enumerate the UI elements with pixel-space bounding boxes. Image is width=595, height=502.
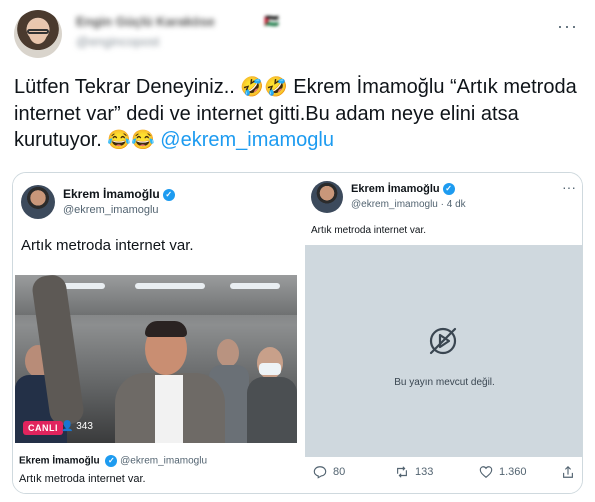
tweet-actions: 80 133 1.360 — [303, 465, 582, 489]
embedded-tweet-text: Artık metroda internet var. — [21, 237, 194, 254]
main-person-shirt — [155, 375, 183, 443]
video-caption-bar: Ekrem İmamoğlu ✓ @ekrem_imamoglu Artık m… — [15, 445, 297, 493]
retweet-button[interactable]: 133 — [395, 465, 433, 479]
like-button[interactable]: 1.360 — [479, 465, 527, 479]
mention-link[interactable]: @ekrem_imamoglu — [160, 129, 334, 151]
more-options-icon[interactable]: ··· — [557, 16, 578, 37]
reply-icon — [313, 466, 327, 479]
passenger-right — [247, 347, 297, 443]
author-avatar[interactable] — [14, 10, 62, 58]
tweet-text: Lütfen Tekrar Deneyiniz.. 🤣🤣 Ekrem İmamo… — [14, 74, 586, 154]
embedded-author-name-text: Ekrem İmamoğlu — [351, 183, 440, 195]
viewer-count: 👤 343 — [61, 421, 93, 432]
caption-author: Ekrem İmamoğlu ✓ @ekrem_imamoglu — [19, 455, 207, 467]
main-person-hair — [145, 321, 187, 337]
main-person — [115, 321, 225, 443]
ceiling-light — [135, 283, 205, 289]
heart-icon — [479, 466, 493, 478]
embedded-author-name: Ekrem İmamoğlu ✓ — [63, 187, 175, 201]
caption-author-name: Ekrem İmamoğlu — [19, 455, 100, 467]
live-badge: CANLI — [23, 421, 63, 435]
broadcast-unavailable-icon — [429, 327, 457, 355]
share-button[interactable] — [561, 465, 575, 479]
joy-emoji: 😂😂 — [107, 130, 155, 151]
retweet-count: 133 — [415, 466, 434, 478]
face-mask — [259, 363, 281, 375]
caption-text: Artık metroda internet var. — [19, 473, 146, 485]
embedded-author-handle-time: @ekrem_imamoglu · 4 dk — [351, 199, 466, 210]
author-name[interactable]: Engin Güçlü Karaköse — [76, 14, 215, 29]
caption-author-handle: @ekrem_imamoglu — [120, 455, 208, 467]
tweet-media[interactable]: Ekrem İmamoğlu ✓ @ekrem_imamoglu Artık me… — [12, 172, 583, 494]
live-video-frame: CANLI 👤 343 — [15, 275, 297, 443]
embedded-avatar — [21, 185, 55, 219]
reply-button[interactable]: 80 — [313, 465, 345, 479]
tweet-header: Engin Güçlü Karaköse 🇵🇸 @engincopost ··· — [14, 10, 582, 60]
like-count: 1.360 — [499, 466, 527, 478]
tweet-text-part1: Lütfen Tekrar Deneyiniz.. — [14, 76, 241, 98]
passenger-body — [247, 377, 297, 443]
verified-badge-icon: ✓ — [442, 183, 455, 196]
retweet-icon — [397, 466, 407, 478]
embedded-tweet-text: Artık metroda internet var. — [311, 225, 427, 236]
left-screenshot[interactable]: Ekrem İmamoğlu ✓ @ekrem_imamoglu Artık me… — [13, 173, 299, 493]
verified-badge-icon: ✓ — [162, 188, 175, 201]
unavailable-broadcast-panel: Bu yayın mevcut değil. — [305, 245, 582, 457]
reply-count: 80 — [333, 466, 346, 478]
embedded-author-name-text: Ekrem İmamoğlu — [63, 187, 160, 201]
author-handle[interactable]: @engincopost — [76, 34, 159, 49]
embedded-avatar — [311, 181, 343, 213]
unavailable-message: Bu yayın mevcut değil. — [394, 377, 495, 388]
avatar-glasses — [27, 29, 49, 34]
laughing-emoji: 🤣🤣 — [240, 77, 288, 98]
embedded-author-name: Ekrem İmamoğlu ✓ — [351, 183, 455, 196]
more-options-icon[interactable]: ··· — [562, 179, 576, 195]
author-flag-emojis: 🇵🇸 — [264, 14, 279, 28]
verified-badge-icon: ✓ — [105, 455, 118, 467]
right-screenshot[interactable]: Ekrem İmamoğlu ✓ @ekrem_imamoglu · 4 dk ·… — [301, 173, 582, 493]
embedded-author-handle: @ekrem_imamoglu — [63, 204, 159, 216]
ceiling-light — [230, 283, 280, 289]
share-icon — [563, 465, 573, 478]
